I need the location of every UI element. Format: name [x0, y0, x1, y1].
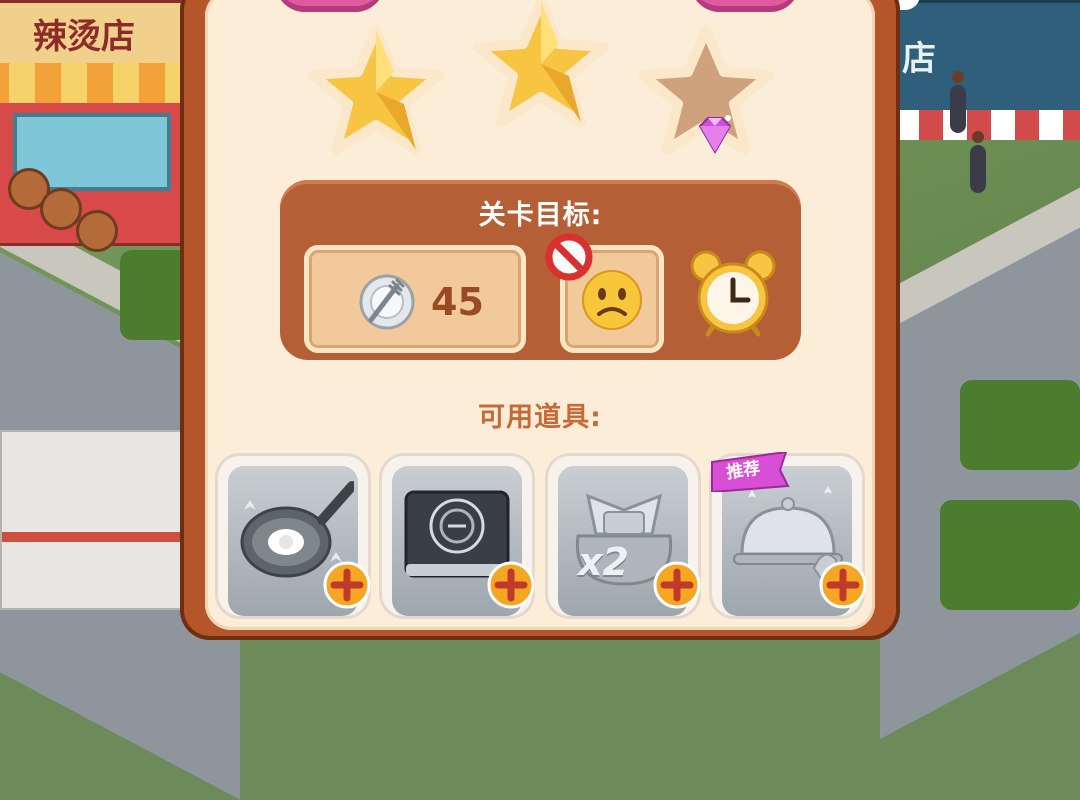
alarm-clock-icon: [690, 250, 776, 337]
building-stripe: [2, 532, 182, 542]
building-bottom-left: [0, 430, 184, 610]
hedge: [960, 380, 1080, 470]
shop-right-awning: [895, 110, 1080, 140]
pedestrian: [950, 71, 966, 133]
shop-left-sign: 辣烫店: [33, 17, 135, 57]
gold-star-icon: [473, 0, 609, 127]
available-tools-title: 可用道具:: [478, 402, 602, 433]
recommend-tag-label: 推荐: [725, 458, 762, 484]
double-coins-multiplier: x2: [578, 540, 629, 584]
add-double-coins-button[interactable]: [652, 560, 702, 610]
serve-customers-goal: 45: [304, 245, 526, 353]
gold-star-icon: [308, 25, 444, 155]
serve-goal-count: 45: [431, 280, 484, 324]
gem-icon: [698, 115, 732, 155]
add-serving-cloche-button[interactable]: [818, 560, 868, 610]
pedestrian: [970, 131, 986, 193]
plate-fork-icon: [359, 274, 415, 330]
prohibited-icon: [545, 233, 593, 281]
hedge: [940, 500, 1080, 610]
shop-awning: [0, 63, 193, 103]
shop-right-sign: 店: [902, 39, 936, 79]
stool: [40, 188, 82, 230]
stool: [76, 210, 118, 252]
add-induction-stove-button[interactable]: [486, 560, 536, 610]
shop-right: 店: [895, 0, 1080, 116]
add-frying-pan-button[interactable]: [322, 560, 372, 610]
level-objectives-title: 关卡目标:: [478, 200, 603, 231]
